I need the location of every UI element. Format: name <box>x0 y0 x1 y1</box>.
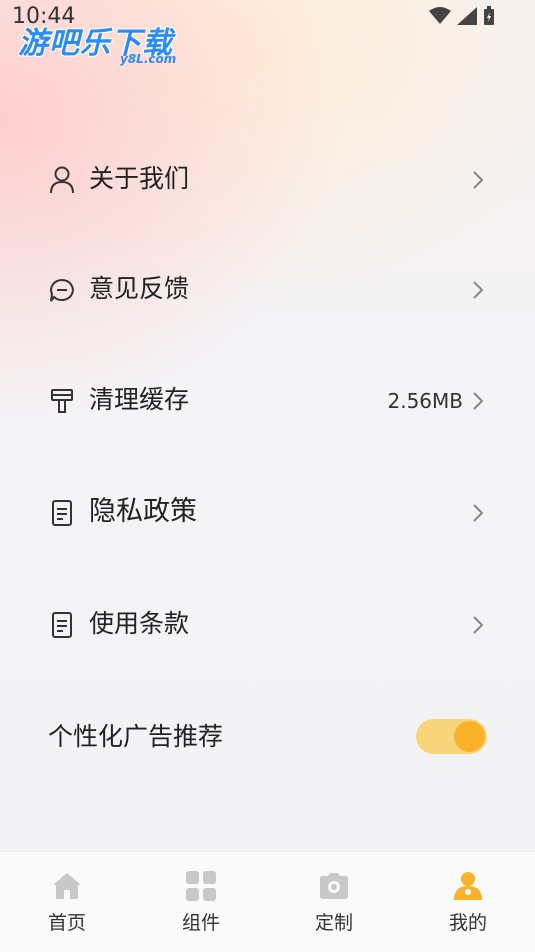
menu-label: 清理缓存 <box>89 385 190 414</box>
chevron-right-icon <box>473 171 484 189</box>
tab-customize[interactable]: 定制 <box>267 852 401 952</box>
document-icon <box>52 612 72 638</box>
tab-label: 定制 <box>314 912 353 934</box>
menu-item-terms-of-use[interactable]: 使用条款 <box>0 595 535 655</box>
chevron-right-icon <box>473 281 484 299</box>
broom-icon <box>51 389 73 413</box>
menu-label: 使用条款 <box>89 609 190 638</box>
tab-mine[interactable]: 我的 <box>401 852 535 952</box>
battery-icon <box>484 6 494 25</box>
chevron-right-icon <box>473 504 484 522</box>
camera-icon <box>320 873 348 899</box>
grid-icon <box>186 871 216 901</box>
watermark-logo: 游吧乐下载 y8L.com <box>18 14 188 70</box>
logo-subtext: y8L.com <box>120 52 177 66</box>
tab-home[interactable]: 首页 <box>0 852 134 952</box>
feedback-icon <box>50 278 74 302</box>
chevron-right-icon <box>473 616 484 634</box>
menu-item-feedback[interactable]: 意见反馈 <box>0 260 535 320</box>
tab-widgets[interactable]: 组件 <box>134 852 268 952</box>
menu-label: 意见反馈 <box>89 274 190 303</box>
cache-size-value: 2.56MB <box>387 389 463 413</box>
bottom-tab-bar: 首页 组件 定制 我的 <box>0 851 535 952</box>
signal-icon <box>457 7 477 25</box>
menu-item-about-us[interactable]: 关于我们 <box>0 150 535 210</box>
status-icons <box>429 6 495 26</box>
menu-item-privacy-policy[interactable]: 隐私政策 <box>0 483 535 543</box>
personalized-ads-toggle[interactable] <box>416 719 487 754</box>
profile-icon <box>454 872 482 900</box>
tab-label: 我的 <box>448 912 487 934</box>
personalized-ads-row: 个性化广告推荐 <box>0 708 535 768</box>
tab-label: 首页 <box>47 912 86 934</box>
menu-label: 关于我们 <box>89 164 190 193</box>
personalized-ads-label: 个性化广告推荐 <box>48 722 224 751</box>
toggle-knob <box>454 721 485 752</box>
tab-label: 组件 <box>181 912 220 934</box>
menu-item-clear-cache[interactable]: 清理缓存 2.56MB <box>0 371 535 431</box>
home-icon <box>53 873 81 899</box>
menu-label: 隐私政策 <box>89 496 197 527</box>
user-icon <box>50 166 74 194</box>
document-icon <box>52 500 72 526</box>
wifi-icon <box>429 7 451 24</box>
chevron-right-icon <box>473 392 484 410</box>
